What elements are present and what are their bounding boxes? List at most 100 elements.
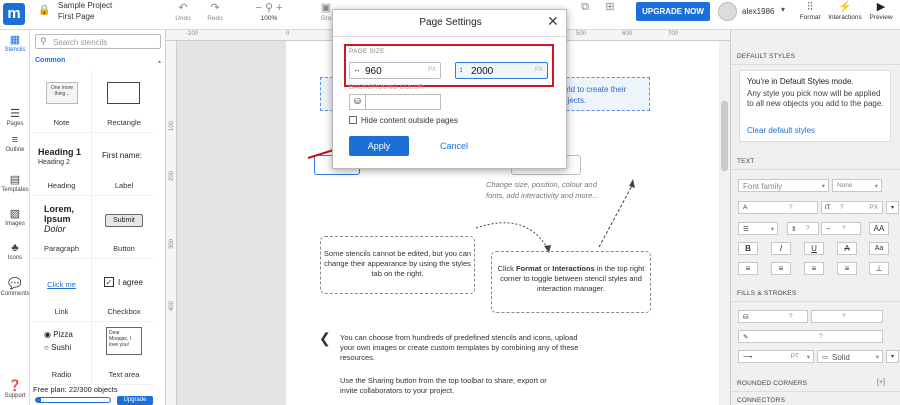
hide-content-checkbox[interactable] (349, 116, 357, 124)
page-width-field[interactable]: ↔ 960 PX (349, 62, 441, 79)
radio-option-2: Sushi (51, 343, 72, 352)
preview-button[interactable]: ▶ Preview (866, 0, 896, 21)
cancel-button[interactable]: Cancel (429, 141, 479, 151)
section-text: TEXT (731, 153, 900, 170)
play-icon: ▶ (876, 1, 886, 13)
stencil-radio[interactable]: ◉ Pizza ○ Sushi Radio (32, 322, 92, 385)
chevron-down-icon[interactable]: ▾ (781, 5, 785, 14)
stencil-paragraph[interactable]: Lorem, Ipsum Dolor Paragraph (32, 196, 92, 259)
rail-stencils[interactable]: ▦ Stencils (0, 34, 30, 53)
font-family-select[interactable]: Font family ▾ (738, 179, 829, 192)
toolbar-overflow-button[interactable]: ⧉ (578, 1, 592, 14)
stencil-label[interactable]: First name: Label (94, 133, 154, 196)
stroke-color-input[interactable]: ✎? (738, 330, 883, 343)
plan-upgrade-button[interactable]: Upgrade (117, 396, 153, 405)
lock-icon[interactable]: 🔒 (38, 5, 50, 16)
list-style-select[interactable]: ☰ ▾ (738, 222, 778, 235)
lowercase-button[interactable]: Aa (869, 242, 889, 255)
scroll-thumb[interactable] (721, 101, 728, 171)
underline-button[interactable]: U (804, 242, 824, 255)
stencil-checkbox[interactable]: ✓ I agree Checkbox (94, 259, 154, 322)
font-size-input[interactable]: tT? PX (821, 201, 883, 214)
username[interactable]: alex1986 (742, 7, 774, 16)
uppercase-button[interactable]: AA (869, 222, 889, 235)
search-placeholder: Search stencils (53, 38, 108, 47)
zoom-control[interactable]: − ⚲ + 100% (248, 2, 290, 22)
arrowhead (544, 245, 551, 253)
font-weight-select[interactable]: None ▾ (832, 179, 882, 192)
stencil-heading[interactable]: Heading 1 Heading 2 Heading (32, 133, 92, 196)
interactions-button[interactable]: ⚡ Interactions (826, 0, 864, 21)
align-right-button[interactable]: ≡ (804, 262, 824, 275)
stencil-textarea[interactable]: Dear Moqups, I love you! Text area (94, 322, 154, 385)
canvas-scrollbar[interactable] (719, 41, 730, 405)
clear-default-styles-link[interactable]: Clear default styles (747, 126, 815, 135)
fill-opacity-value: ? (842, 313, 846, 320)
text-color-input[interactable]: A? (738, 201, 818, 214)
page-height-field[interactable]: ↕ 2000 PX (455, 62, 548, 79)
expand-section-icon[interactable]: [+] (877, 379, 885, 386)
stencil-rectangle[interactable]: Rectangle (94, 70, 154, 133)
line-height-value: ? (806, 225, 810, 232)
undo-label: Undo (175, 15, 191, 22)
project-name[interactable]: Sample Project (58, 1, 112, 10)
moqups-logo[interactable]: m (3, 3, 25, 25)
category-common[interactable]: Common (35, 57, 65, 64)
avatar[interactable] (718, 2, 737, 21)
stroke-stepper[interactable]: ▾ (886, 350, 899, 363)
stencil-label-text: Label (114, 181, 134, 190)
stencil-button[interactable]: Submit Button (94, 196, 154, 259)
stroke-style-select[interactable]: ▭ Solid ▾ (817, 350, 883, 363)
rail-comments[interactable]: 💬 Comments (0, 278, 30, 297)
rail-templates[interactable]: ▤ Templates (0, 174, 30, 193)
stencil-link[interactable]: Click me Link (32, 259, 92, 322)
italic-button[interactable]: I (771, 242, 791, 255)
stencil-note[interactable]: One more thing... Note (32, 70, 92, 133)
align-center-button[interactable]: ≡ (771, 262, 791, 275)
fill-color-input[interactable]: ⛁? (738, 310, 808, 323)
section-rounded-corners[interactable]: ROUNDED CORNERS (731, 375, 900, 392)
upgrade-now-button[interactable]: UPGRADE NOW (636, 2, 710, 21)
redo-icon: ↷ (210, 2, 220, 14)
section-fills-strokes: FILLS & STROKES (731, 285, 900, 302)
chevron-left-icon[interactable]: ❮ (319, 330, 331, 347)
rail-templates-label: Templates (1, 187, 29, 193)
fill-color-value: ? (789, 313, 793, 320)
plan-status: Free plan: 22/300 objects (33, 385, 118, 394)
redo-button[interactable]: ↷ Redo (204, 2, 226, 22)
note-preview: One more thing... (46, 82, 78, 104)
rail-icons[interactable]: ♣ Icons (0, 242, 30, 261)
bold-button[interactable]: B (738, 242, 758, 255)
align-justify-button[interactable]: ≡ (837, 262, 857, 275)
dialog-divider (333, 36, 566, 37)
apply-button[interactable]: Apply (349, 136, 409, 156)
toolbar-overflow-button-2[interactable]: ⊞ (603, 1, 617, 14)
font-size-icon: tT (825, 204, 831, 211)
rail-images[interactable]: ▨ Images (0, 208, 30, 227)
list-icon: ☰ (743, 226, 749, 233)
font-size-stepper[interactable]: ▾ (886, 201, 899, 214)
line-height-input[interactable]: ⇕? (787, 222, 819, 235)
paint-bucket-icon: ⛁ (743, 314, 749, 321)
letter-spacing-input[interactable]: ⇔? (821, 222, 861, 235)
background-color-picker[interactable]: ⛁ (349, 94, 441, 110)
format-button[interactable]: ⫶⫶ Format (795, 0, 825, 21)
align-left-button[interactable]: ≡ (738, 262, 758, 275)
stroke-width-input[interactable]: ⟶ PT ▾ (738, 350, 814, 363)
stack-icon: ⧉ (581, 1, 589, 13)
section-connectors[interactable]: CONNECTORS (731, 392, 900, 405)
strikethrough-button[interactable]: A (837, 242, 857, 255)
dashed-arrow-curve (475, 222, 549, 250)
search-input[interactable]: ⚲ Search stencils (35, 34, 161, 49)
font-weight-value: None (837, 182, 853, 189)
rail-outline[interactable]: ≡ Outline (0, 114, 30, 153)
close-icon[interactable]: ✕ (547, 13, 559, 30)
button-preview: Submit (105, 214, 143, 227)
fill-opacity-input[interactable]: ? (811, 310, 883, 323)
undo-button[interactable]: ↶ Undo (172, 2, 194, 22)
radio-empty-icon: ○ (44, 343, 49, 352)
rail-support[interactable]: ❓ Support (0, 380, 30, 399)
page-name[interactable]: First Page (58, 12, 94, 21)
category-scroll-icon[interactable]: ▴ (158, 58, 161, 65)
vertical-align-button[interactable]: ⊥ (869, 262, 889, 275)
